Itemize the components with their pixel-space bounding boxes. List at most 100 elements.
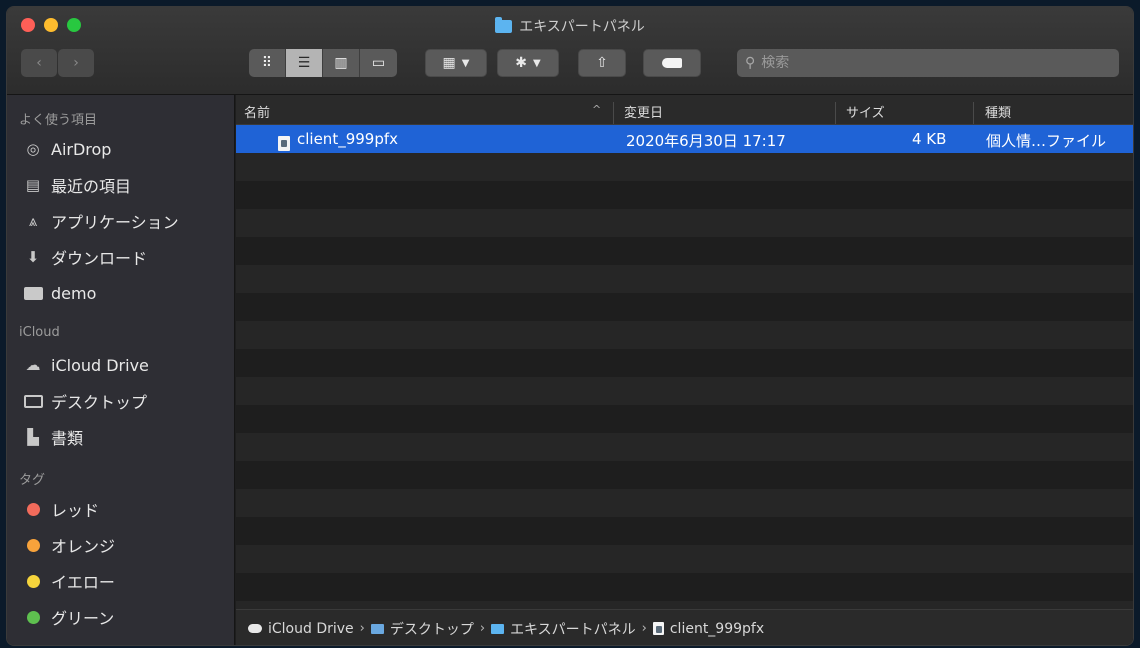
sidebar-item-label: ダウンロード — [51, 249, 148, 268]
sidebar-item-label: 最近の項目 — [51, 177, 132, 196]
column-divider[interactable] — [613, 102, 614, 124]
sort-ascending-icon: ^ — [592, 103, 602, 116]
gallery-view-button[interactable]: ▭ — [360, 49, 397, 77]
sidebar-item-label: AirDrop — [51, 139, 112, 159]
sidebar-section-favorites: よく使う項目 — [19, 113, 98, 128]
file-name: client_999pfx — [297, 130, 399, 148]
empty-row — [236, 321, 1133, 349]
empty-row — [236, 349, 1133, 377]
column-divider[interactable] — [973, 102, 974, 124]
tag-dot-icon — [23, 535, 43, 555]
list-view-button[interactable]: ☰ — [286, 49, 323, 77]
tag-dot-icon — [23, 571, 43, 591]
file-list: 名前 ^ 変更日 サイズ 種類 client_999pfx 2020年6月30日… — [236, 95, 1133, 645]
tag-button[interactable] — [643, 49, 701, 77]
chevron-right-icon: › — [73, 55, 79, 71]
tag-icon — [662, 58, 682, 68]
file-rows: client_999pfx 2020年6月30日 17:17 4 KB 個人情…… — [236, 125, 1133, 609]
sidebar-item-icloud-drive[interactable]: ☁ iCloud Drive — [7, 347, 234, 383]
sidebar-item-label: demo — [51, 283, 97, 303]
file-date: 2020年6月30日 17:17 — [626, 132, 786, 150]
sidebar-item-label: 書類 — [51, 429, 84, 448]
icon-view-button[interactable]: ⠿ — [249, 49, 286, 77]
sidebar-item-label: アプリケーション — [51, 213, 179, 232]
empty-row — [236, 209, 1133, 237]
group-icon: ▦ — [442, 55, 456, 71]
sidebar-item-label: イエロー — [51, 573, 115, 592]
gear-icon: ✱ — [515, 55, 528, 71]
path-segment-desktop[interactable]: デスクトップ — [390, 619, 474, 639]
toolbar: エキスパートパネル ‹ › ⠿ ☰ ▥ ▭ ▦ ▼ ✱ ▼ ⇧ ⚲ 検索 — [7, 7, 1133, 95]
cloud-icon: ☁ — [25, 356, 41, 374]
window-title: エキスパートパネル — [7, 16, 1133, 36]
empty-row — [236, 237, 1133, 265]
window-title-text: エキスパートパネル — [519, 19, 645, 35]
empty-row — [236, 293, 1133, 321]
tag-dot-icon — [23, 607, 43, 627]
sidebar-item-label: デスクトップ — [51, 393, 148, 412]
chevron-right-icon: › — [479, 621, 486, 636]
gallery-view-icon: ▭ — [371, 55, 386, 71]
empty-row — [236, 573, 1133, 601]
sidebar-item-documents[interactable]: ▙ 書類 — [7, 419, 234, 455]
sidebar: よく使う項目 ◎ AirDrop ▤ 最近の項目 ⩓ アプリケーション ⬇ ダウ… — [7, 95, 235, 645]
file-kind: 個人情…ファイル — [986, 132, 1107, 150]
column-kind-header[interactable]: 種類 — [985, 102, 1011, 121]
recents-icon: ▤ — [25, 176, 41, 194]
sidebar-item-airdrop[interactable]: ◎ AirDrop — [7, 131, 234, 167]
empty-row — [236, 489, 1133, 517]
back-button[interactable]: ‹ — [21, 49, 57, 77]
column-view-icon: ▥ — [334, 55, 348, 71]
sidebar-item-label: オレンジ — [51, 537, 116, 556]
column-header: 名前 ^ 変更日 サイズ 種類 — [236, 95, 1133, 125]
empty-row — [236, 181, 1133, 209]
sidebar-item-label: iCloud Drive — [51, 355, 149, 375]
column-name-header[interactable]: 名前 — [244, 102, 270, 121]
sidebar-item-label: レッド — [51, 501, 100, 520]
column-date-header[interactable]: 変更日 — [624, 102, 663, 121]
view-mode-control: ⠿ ☰ ▥ ▭ — [249, 49, 397, 77]
certificate-file-icon — [652, 622, 664, 635]
sidebar-item-downloads[interactable]: ⬇ ダウンロード — [7, 239, 234, 275]
share-icon: ⇧ — [596, 55, 608, 71]
desktop-icon — [370, 623, 384, 634]
sidebar-item-label: グリーン — [51, 609, 115, 628]
path-segment-icloud-drive[interactable]: iCloud Drive — [268, 621, 354, 637]
empty-row — [236, 433, 1133, 461]
tag-dot-icon — [23, 499, 43, 519]
action-button[interactable]: ✱ ▼ — [497, 49, 559, 77]
sidebar-section-icloud: iCloud — [19, 325, 60, 340]
chevron-down-icon: ▼ — [461, 57, 470, 69]
column-divider[interactable] — [835, 102, 836, 124]
sidebar-item-tag-green[interactable]: グリーン — [7, 599, 234, 635]
sidebar-item-demo[interactable]: demo — [7, 275, 234, 311]
empty-row — [236, 377, 1133, 405]
forward-button[interactable]: › — [58, 49, 94, 77]
download-icon: ⬇ — [26, 248, 40, 266]
chevron-left-icon: ‹ — [36, 55, 42, 71]
path-segment-file[interactable]: client_999pfx — [670, 621, 764, 637]
group-button[interactable]: ▦ ▼ — [425, 49, 487, 77]
airdrop-icon: ◎ — [26, 140, 40, 158]
sidebar-item-tag-orange[interactable]: オレンジ — [7, 527, 234, 563]
sidebar-item-tag-yellow[interactable]: イエロー — [7, 563, 234, 599]
chevron-right-icon: › — [641, 621, 647, 636]
sidebar-item-desktop[interactable]: デスクトップ — [7, 383, 234, 419]
sidebar-item-applications[interactable]: ⩓ アプリケーション — [7, 203, 234, 239]
table-row[interactable]: client_999pfx 2020年6月30日 17:17 4 KB 個人情…… — [236, 125, 1133, 153]
icon-view-icon: ⠿ — [261, 55, 273, 71]
sidebar-item-tag-red[interactable]: レッド — [7, 491, 234, 527]
file-size: 4 KB — [912, 130, 947, 148]
share-button[interactable]: ⇧ — [578, 49, 626, 77]
finder-window: エキスパートパネル ‹ › ⠿ ☰ ▥ ▭ ▦ ▼ ✱ ▼ ⇧ ⚲ 検索 よく使… — [6, 6, 1134, 646]
column-size-header[interactable]: サイズ — [846, 102, 885, 121]
applications-icon: ⩓ — [28, 212, 38, 230]
column-view-button[interactable]: ▥ — [323, 49, 360, 77]
search-input[interactable] — [761, 55, 1092, 71]
sidebar-item-recents[interactable]: ▤ 最近の項目 — [7, 167, 234, 203]
chevron-down-icon: ▼ — [533, 57, 541, 69]
search-field[interactable]: ⚲ — [737, 49, 1119, 77]
folder-icon — [491, 623, 505, 634]
path-segment-folder[interactable]: エキスパートパネル — [510, 619, 636, 639]
empty-row — [236, 405, 1133, 433]
